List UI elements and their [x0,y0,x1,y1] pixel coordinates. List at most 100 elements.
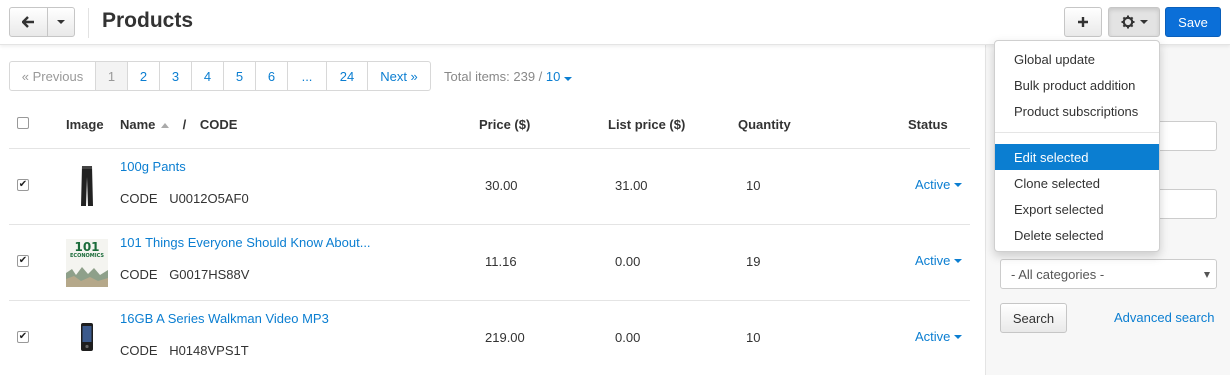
product-image-mp3-player [81,323,93,351]
book-cover-illustration [66,267,108,287]
column-header-code[interactable]: CODE [200,117,238,132]
column-header-status[interactable]: Status [908,117,948,132]
book-cover-number: 101 [74,240,100,254]
column-header-image: Image [66,117,104,132]
add-product-button[interactable] [1064,7,1102,37]
status-label: Active [915,253,951,268]
product-price[interactable]: 11.16 [485,254,517,269]
back-button-group [9,7,75,37]
product-code-label: CODE [120,267,158,282]
product-name-link[interactable]: 16GB A Series Walkman Video MP3 [120,311,329,326]
pagination-next[interactable]: Next » [368,62,430,90]
pagination-ellipsis[interactable]: ... [288,62,327,90]
arrow-left-icon [22,16,34,28]
pagination-page[interactable]: 5 [224,62,256,90]
column-header-name-label: Name [120,117,156,132]
status-dropdown[interactable]: Active [915,253,963,268]
search-field-2[interactable] [1150,189,1217,219]
select-all-checkbox[interactable] [17,117,29,129]
product-quantity[interactable]: 19 [746,254,760,269]
product-code-label: CODE [120,191,158,206]
status-label: Active [915,177,951,192]
page-title: Products [102,9,194,32]
status-dropdown[interactable]: Active [915,177,963,192]
chevron-down-icon [1139,20,1148,24]
status-dropdown[interactable]: Active [915,329,963,344]
pagination-page[interactable]: 4 [192,62,224,90]
pagination-page[interactable]: 6 [256,62,288,90]
menu-item-bulk-product-addition[interactable]: Bulk product addition [995,72,1159,98]
row-checkbox[interactable]: ✔ [17,179,29,191]
row-checkbox[interactable]: ✔ [17,331,29,343]
product-code-value: H0148VPS1T [169,343,249,358]
menu-item-product-subscriptions[interactable]: Product subscriptions [995,98,1159,124]
gear-icon [1121,15,1134,29]
header-separator: / [182,117,187,132]
back-history-dropdown[interactable] [48,8,74,36]
product-price[interactable]: 219.00 [485,330,525,345]
menu-item-export-selected[interactable]: Export selected [995,196,1159,222]
menu-divider [995,132,1159,133]
product-price[interactable]: 30.00 [485,178,518,193]
settings-menu-button[interactable] [1108,7,1160,37]
row-divider [9,148,970,149]
column-header-name[interactable]: Name / CODE [120,117,237,132]
chevron-down-icon [1204,272,1210,278]
menu-item-delete-selected[interactable]: Delete selected [995,222,1159,248]
column-header-list-price[interactable]: List price ($) [608,117,685,132]
plus-icon [1078,17,1088,27]
row-divider [9,224,970,225]
product-code: CODE H0148VPS1T [120,343,249,358]
chevron-down-icon [954,182,963,187]
total-items-label: Total items: 239 / [444,69,543,84]
back-button[interactable] [10,8,48,36]
search-field-1[interactable] [1150,121,1217,151]
items-per-page-select[interactable]: 10 [546,69,572,84]
product-thumbnail[interactable]: 101 ECONOMICS [66,239,108,287]
product-code: CODE G0017HS88V [120,267,249,282]
pagination-previous[interactable]: « Previous [10,62,96,90]
pagination-page-current[interactable]: 1 [96,62,128,90]
product-image-pants [81,166,93,206]
toolbar-divider [88,8,89,38]
sort-up-icon [161,123,170,128]
product-code-value: U0012O5AF0 [169,191,249,206]
product-thumbnail[interactable] [66,318,108,356]
total-items: Total items: 239 / 10 [444,69,572,84]
column-header-price[interactable]: Price ($) [479,117,530,132]
product-code-label: CODE [120,343,158,358]
advanced-search-link[interactable]: Advanced search [1114,310,1214,325]
menu-item-global-update[interactable]: Global update [995,46,1159,72]
column-header-quantity[interactable]: Quantity [738,117,791,132]
pagination-page[interactable]: 2 [128,62,160,90]
product-code: CODE U0012O5AF0 [120,191,249,206]
product-list-price[interactable]: 0.00 [615,254,640,269]
product-quantity[interactable]: 10 [746,178,760,193]
search-button[interactable]: Search [1000,303,1067,333]
product-name-link[interactable]: 101 Things Everyone Should Know About... [120,235,371,250]
menu-item-clone-selected[interactable]: Clone selected [995,170,1159,196]
top-toolbar: Products Save [0,0,1230,45]
category-select[interactable]: - All categories - [1000,259,1217,289]
menu-item-edit-selected[interactable]: Edit selected [995,144,1159,170]
product-quantity[interactable]: 10 [746,330,760,345]
pagination-page[interactable]: 3 [160,62,192,90]
row-divider [9,300,970,301]
product-code-value: G0017HS88V [169,267,250,282]
pagination-page[interactable]: 24 [327,62,368,90]
chevron-down-icon [57,20,65,24]
row-checkbox[interactable]: ✔ [17,255,29,267]
chevron-down-icon [954,334,963,339]
status-label: Active [915,329,951,344]
chevron-down-icon [954,258,963,263]
settings-dropdown-menu: Global update Bulk product addition Prod… [994,40,1160,252]
product-thumbnail[interactable] [66,163,108,209]
product-list-price[interactable]: 0.00 [615,330,640,345]
items-per-page-value: 10 [545,69,561,84]
product-name-link[interactable]: 100g Pants [120,159,186,174]
chevron-down-icon [564,77,572,81]
save-button[interactable]: Save [1165,7,1221,37]
pagination: « Previous 1 2 3 4 5 6 ... 24 Next » [9,61,431,91]
product-list-price[interactable]: 31.00 [615,178,648,193]
category-select-value: - All categories - [1011,266,1105,282]
